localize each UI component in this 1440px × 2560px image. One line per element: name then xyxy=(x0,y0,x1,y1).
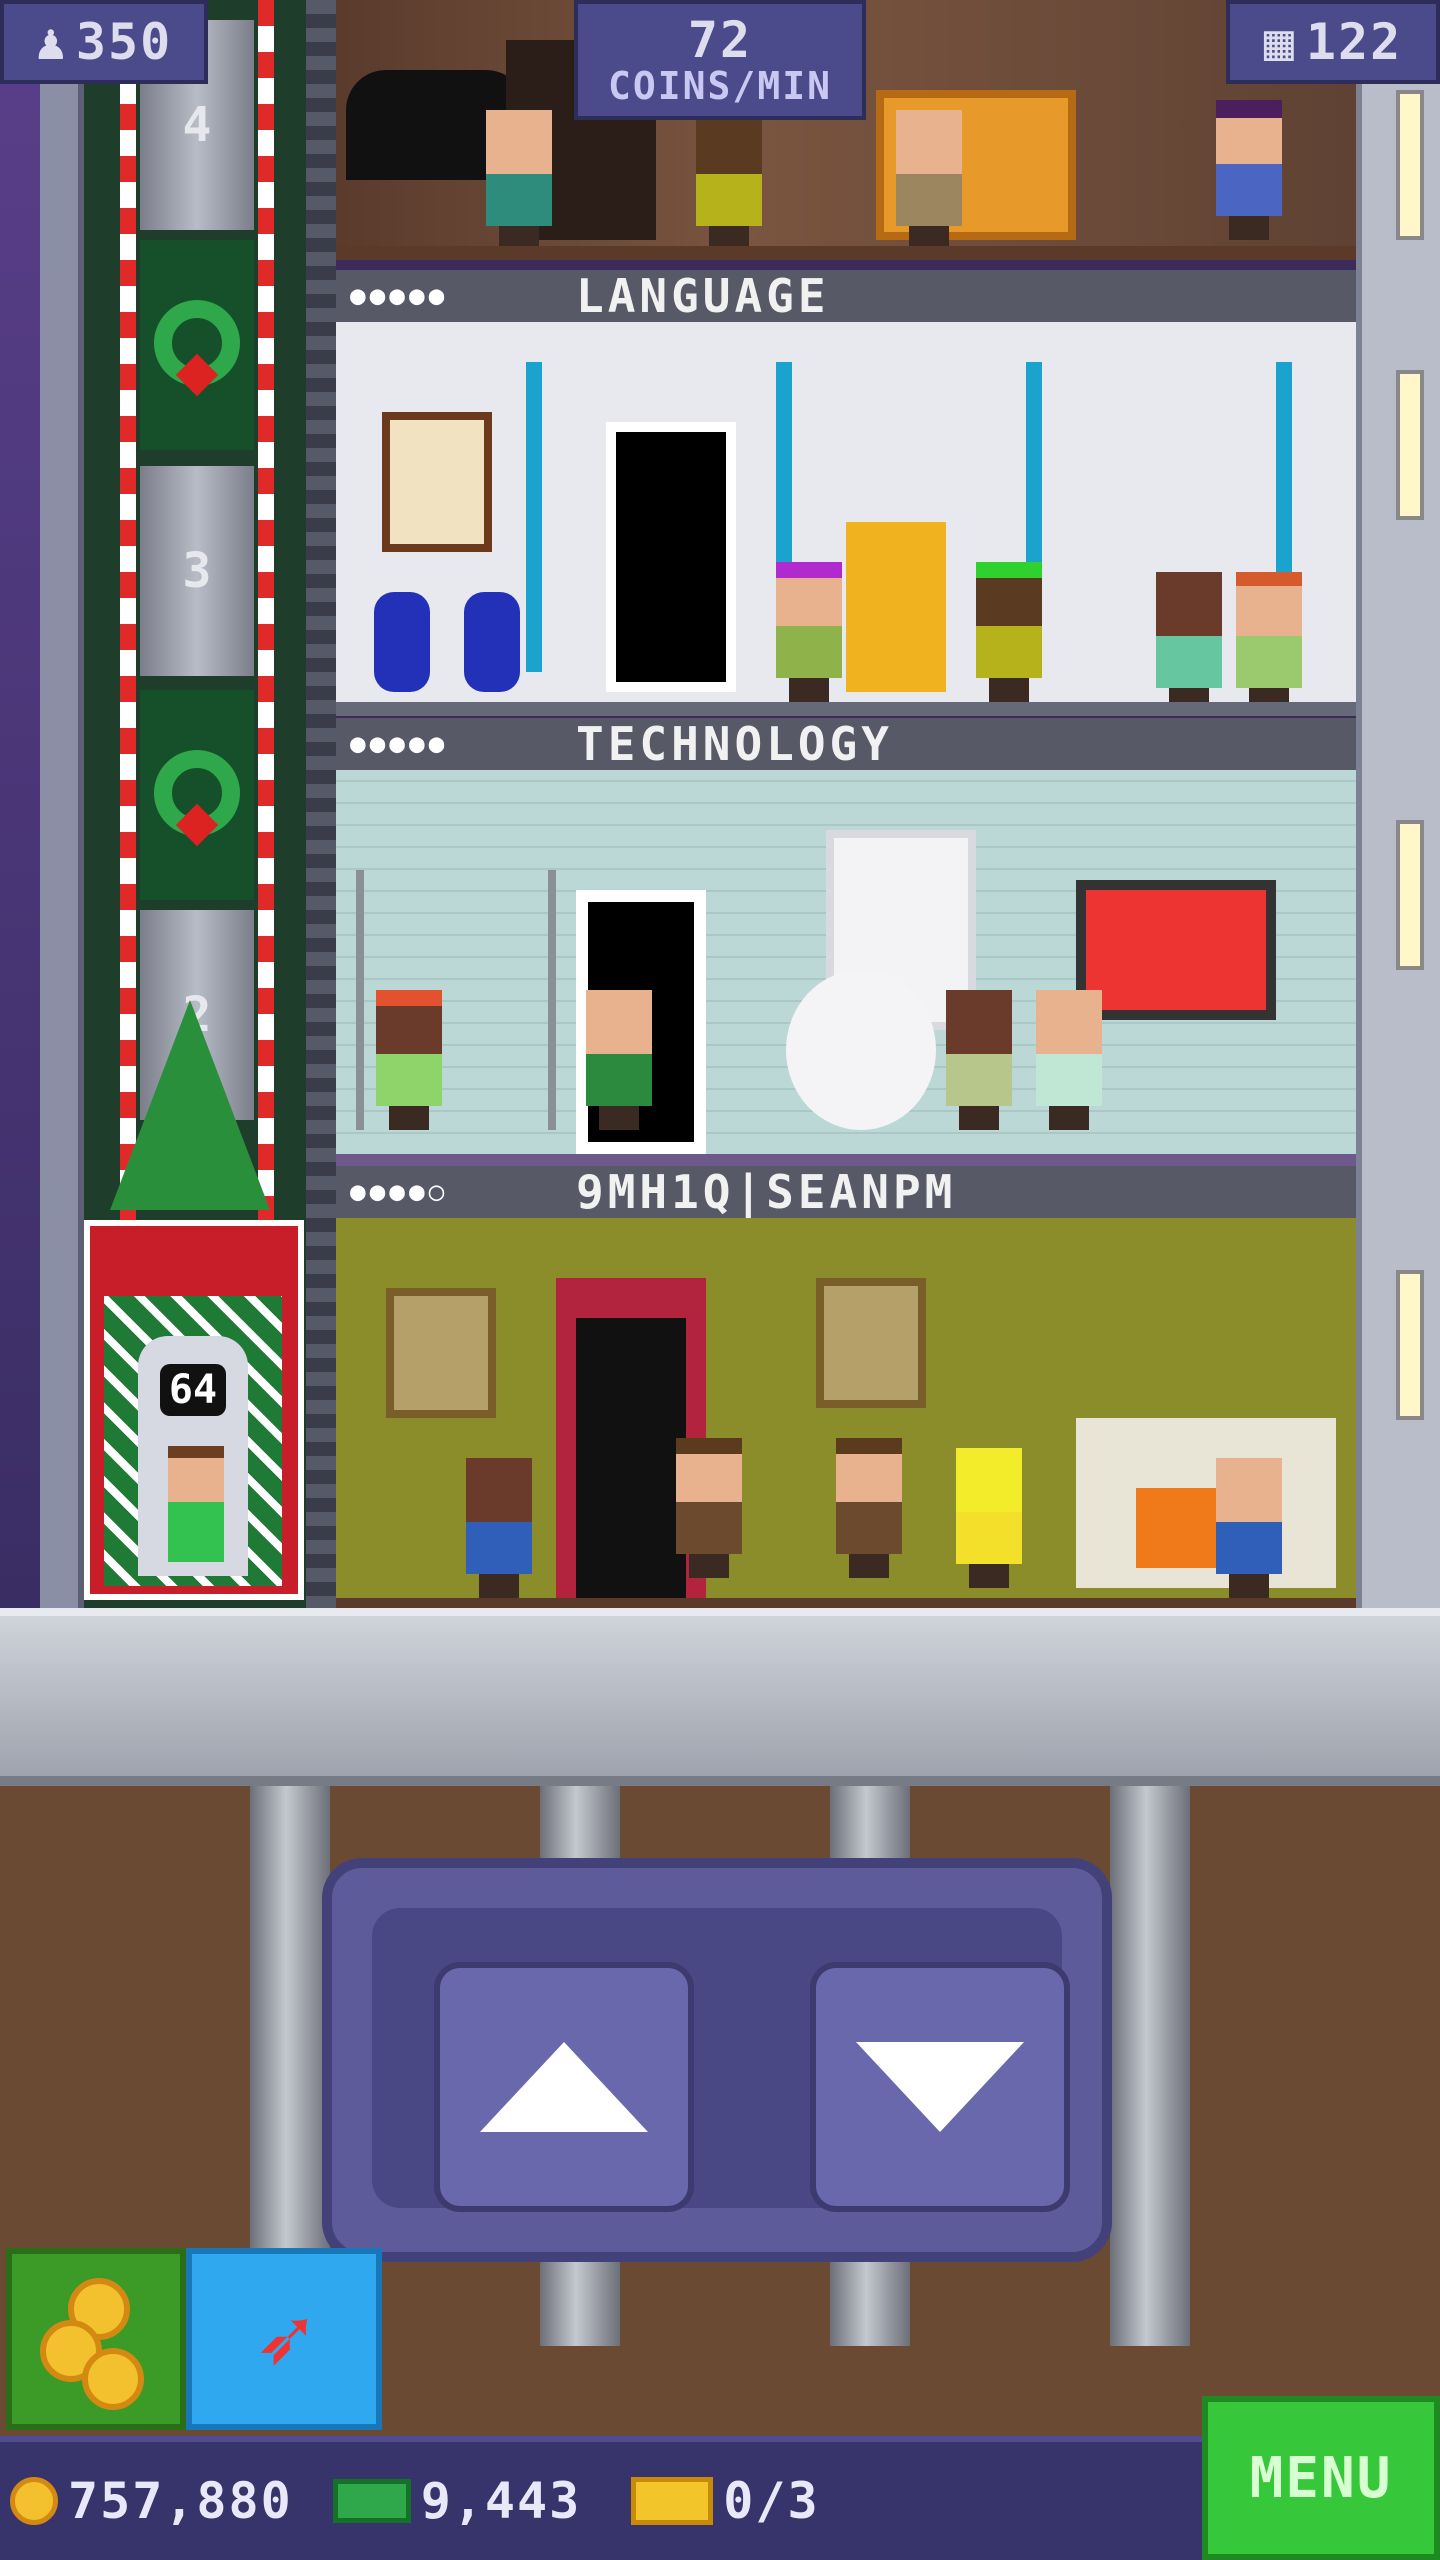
coins-icon xyxy=(82,2348,144,2410)
resident[interactable] xyxy=(836,1438,902,1578)
tickets-resource[interactable]: 0/3 xyxy=(591,2472,819,2530)
vase xyxy=(464,592,520,692)
floor-label: ●●●●● TECHNOLOGY xyxy=(336,717,1356,771)
ticket-icon xyxy=(631,2477,714,2525)
floor-name: 9MH1Q|SEANPM xyxy=(576,1165,957,1219)
sky xyxy=(0,0,40,1610)
coin-rate-unit: COINS/MIN xyxy=(608,64,832,108)
resident[interactable] xyxy=(586,990,652,1130)
elevator-passenger[interactable] xyxy=(168,1446,224,1562)
tickets-value: 0/3 xyxy=(723,2472,820,2530)
resident[interactable] xyxy=(376,990,442,1130)
tower-window xyxy=(1396,370,1424,520)
elevator-passenger-floor-badge: 64 xyxy=(160,1364,226,1416)
resident[interactable] xyxy=(1236,572,1302,702)
shaft-floor-number: 3 xyxy=(140,466,254,676)
elevator-control-inner xyxy=(372,1908,1070,2212)
throne xyxy=(846,522,946,692)
resident[interactable] xyxy=(956,1448,1022,1588)
egg-chair xyxy=(786,970,936,1130)
floor-base xyxy=(336,702,1356,716)
boost-button[interactable]: ➶ xyxy=(186,2248,382,2430)
vase xyxy=(374,592,430,692)
wreath-decoration xyxy=(140,240,254,450)
doorway xyxy=(606,422,736,692)
floor-count-value: 122 xyxy=(1305,13,1403,71)
floor-name: TECHNOLOGY xyxy=(576,717,893,771)
resident[interactable] xyxy=(676,1438,742,1578)
floor-technology[interactable]: ●●●●● TECHNOLOGY xyxy=(336,717,1356,1168)
resident[interactable] xyxy=(486,110,552,250)
ground-level-lobby xyxy=(0,1608,1440,1786)
elevator-control-panel xyxy=(322,1858,1112,2262)
wreath-decoration xyxy=(140,690,254,900)
portrait xyxy=(816,1278,926,1408)
coins-resource[interactable]: 757,880 xyxy=(10,2472,293,2530)
floor-stars: ●●●●● xyxy=(350,281,449,311)
floor-label: ●●●●○ 9MH1Q|SEANPM xyxy=(336,1165,1356,1219)
tower-scene: 4 3 2 64 ●●●●● LANGUAGE ●●●●● TECHNOLOGY… xyxy=(0,0,1440,1610)
tower-window xyxy=(1396,820,1424,970)
wall-monitor xyxy=(1076,880,1276,1020)
population-value: 350 xyxy=(75,13,173,71)
elevator-up-button[interactable] xyxy=(434,1962,694,2212)
bux-icon xyxy=(332,2479,411,2523)
elevator-cab-interior: 64 xyxy=(104,1296,282,1586)
floor-stars: ●●●●○ xyxy=(350,1177,449,1207)
elevator-door: 64 xyxy=(138,1336,248,1576)
bux-resource[interactable]: 9,443 xyxy=(303,2472,582,2530)
resident[interactable] xyxy=(976,562,1042,702)
arrow-up-icon xyxy=(480,2042,648,2132)
scroll-painting xyxy=(382,412,492,552)
tower-right-wall xyxy=(1356,0,1440,1610)
coins-value: 757,880 xyxy=(68,2472,293,2530)
floor-language[interactable]: ●●●●● LANGUAGE xyxy=(336,269,1356,716)
christmas-tree-icon xyxy=(110,1000,270,1210)
coin-rate-display: 72 COINS/MIN xyxy=(574,0,866,120)
resident[interactable] xyxy=(696,110,762,250)
floor-label: ●●●●● LANGUAGE xyxy=(336,269,1356,323)
population-counter[interactable]: ♟ 350 xyxy=(0,0,208,84)
resident[interactable] xyxy=(946,990,1012,1130)
tower-left-wall xyxy=(40,0,84,1610)
floor-stars: ●●●●● xyxy=(350,729,449,759)
resident[interactable] xyxy=(1036,990,1102,1130)
resident[interactable] xyxy=(776,562,842,702)
resident[interactable] xyxy=(1216,100,1282,240)
floor-base xyxy=(336,246,1356,260)
doorway xyxy=(576,1318,686,1598)
floor-counter[interactable]: ▦ 122 xyxy=(1226,0,1440,84)
room-interior xyxy=(336,770,1356,1154)
coin-icon xyxy=(10,2477,58,2525)
person-icon: ♟ xyxy=(35,13,68,71)
portrait xyxy=(386,1288,496,1418)
collect-coins-button[interactable] xyxy=(6,2248,186,2430)
floor-seanpm[interactable]: ●●●●○ 9MH1Q|SEANPM xyxy=(336,1165,1356,1610)
support-pillar xyxy=(1110,1786,1190,2346)
building-icon: ▦ xyxy=(1263,13,1296,71)
tower-window xyxy=(1396,90,1424,240)
elevator-cab[interactable]: 64 xyxy=(84,1220,304,1600)
tower-window xyxy=(1396,1270,1424,1420)
boost-arrow-icon: ➶ xyxy=(255,2283,313,2395)
coin-rate-value: 72 xyxy=(687,11,753,69)
shaft-divider-beam xyxy=(306,0,336,1610)
room-interior xyxy=(336,1218,1356,1598)
bux-value: 9,443 xyxy=(420,2472,582,2530)
room-interior xyxy=(336,322,1356,702)
resident[interactable] xyxy=(1216,1458,1282,1598)
floor-name: LANGUAGE xyxy=(576,269,830,323)
resident[interactable] xyxy=(896,110,962,250)
resident[interactable] xyxy=(1156,572,1222,702)
arrow-down-icon xyxy=(856,2042,1024,2132)
elevator-down-button[interactable] xyxy=(810,1962,1070,2212)
menu-button[interactable]: MENU xyxy=(1202,2396,1440,2560)
resident[interactable] xyxy=(466,1458,532,1598)
